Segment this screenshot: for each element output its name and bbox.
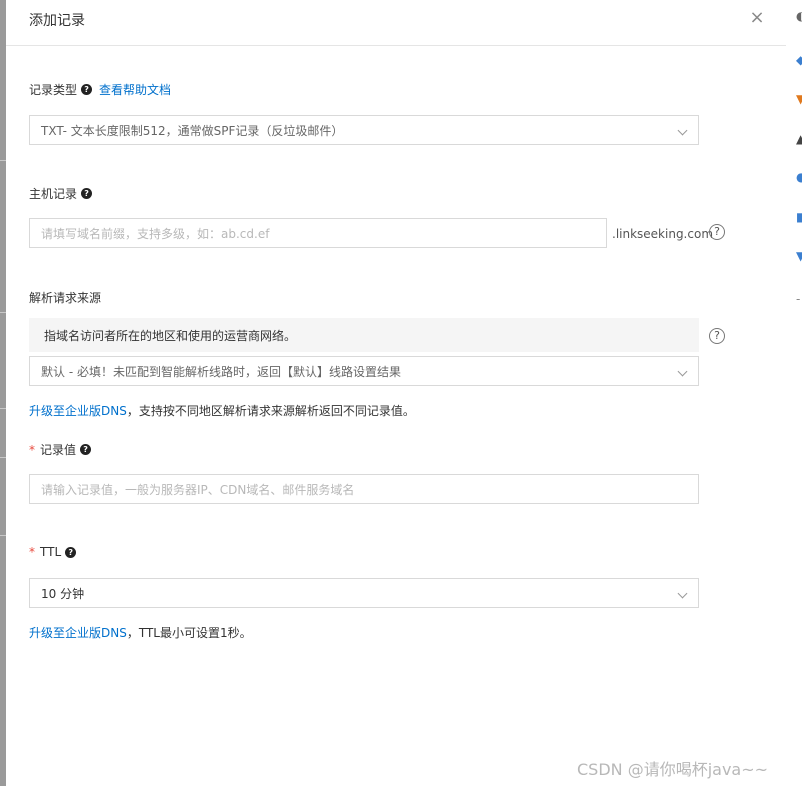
ttl-select[interactable]: 10 分钟 [29, 578, 699, 608]
record-value-label: * 记录值 ? [29, 441, 92, 458]
record-type-label-text: 记录类型 [29, 83, 78, 97]
background-icon: ▼ [796, 92, 802, 106]
dialog-title: 添加记录 [29, 13, 85, 29]
resolve-source-label: 解析请求来源 [29, 289, 101, 306]
resolve-source-value: 默认 - 必填！未匹配到智能解析线路时，返回【默认】线路设置结果 [41, 364, 401, 379]
chevron-down-icon [677, 588, 688, 599]
background-icon: ‐ [796, 292, 801, 306]
ttl-label-text: TTL [40, 545, 62, 559]
record-value-placeholder: 请输入记录值，一般为服务器IP、CDN域名、邮件服务域名 [41, 482, 355, 497]
host-record-input[interactable]: 请填写域名前缀，支持多级，如：ab.cd.ef [29, 218, 607, 248]
host-record-label-text: 主机记录 [29, 187, 78, 201]
host-record-placeholder: 请填写域名前缀，支持多级，如：ab.cd.ef [41, 226, 270, 241]
upgrade-dns-link[interactable]: 升级至企业版DNS [29, 626, 127, 640]
dialog-header: 添加记录 × [6, 0, 786, 46]
background-icon: ■ [796, 210, 802, 224]
chevron-down-icon [677, 125, 688, 136]
background-icon: ◐ [796, 9, 802, 23]
resolve-source-info-text: 指域名访问者所在的地区和使用的运营商网络。 [44, 328, 297, 343]
question-icon[interactable]: ? [709, 328, 725, 344]
background-page-right [786, 0, 802, 786]
help-icon[interactable]: ? [80, 444, 92, 455]
help-icon[interactable]: ? [65, 546, 77, 558]
background-icon: ▲ [796, 132, 802, 146]
help-doc-link[interactable]: 查看帮助文档 [99, 81, 171, 98]
close-icon[interactable]: × [747, 8, 767, 28]
record-type-label: 记录类型 ? 查看帮助文档 [29, 81, 171, 98]
watermark: CSDN @请你喝杯java~~ [577, 760, 769, 779]
resolve-source-note-text: ，支持按不同地区解析请求来源解析返回不同记录值。 [126, 404, 415, 418]
ttl-label: * TTL ? [29, 545, 77, 559]
upgrade-dns-link[interactable]: 升级至企业版DNS [29, 404, 127, 418]
background-icon: ▼ [796, 249, 802, 263]
question-icon[interactable]: ? [709, 224, 725, 240]
record-type-select[interactable]: TXT- 文本长度限制512，通常做SPF记录（反垃圾邮件） [29, 115, 699, 145]
ttl-note: 升级至企业版DNS，TTL最小可设置1秒。 [29, 624, 252, 641]
domain-suffix: .linkseeking.com [612, 227, 714, 241]
ttl-value: 10 分钟 [41, 586, 85, 601]
record-value-input[interactable]: 请输入记录值，一般为服务器IP、CDN域名、邮件服务域名 [29, 474, 699, 504]
host-record-label: 主机记录 ? [29, 185, 93, 202]
resolve-source-select[interactable]: 默认 - 必填！未匹配到智能解析线路时，返回【默认】线路设置结果 [29, 356, 699, 386]
required-mark: * [29, 545, 35, 559]
add-record-dialog: 添加记录 × 记录类型 ? 查看帮助文档 TXT- 文本长度限制512，通常做S… [6, 0, 786, 786]
record-type-value: TXT- 文本长度限制512，通常做SPF记录（反垃圾邮件） [41, 123, 344, 138]
resolve-source-label-text: 解析请求来源 [29, 291, 102, 305]
record-value-label-text: 记录值 [40, 443, 77, 457]
ttl-note-text: ，TTL最小可设置1秒。 [126, 626, 252, 640]
required-mark: * [29, 442, 35, 457]
resolve-source-info: 指域名访问者所在的地区和使用的运营商网络。 [29, 318, 699, 352]
help-icon[interactable]: ? [81, 188, 93, 199]
resolve-source-note: 升级至企业版DNS，支持按不同地区解析请求来源解析返回不同记录值。 [29, 402, 415, 419]
chevron-down-icon [677, 366, 688, 377]
help-icon[interactable]: ? [81, 84, 93, 95]
background-icon: ● [796, 170, 802, 184]
background-icon: ◆ [796, 53, 802, 67]
